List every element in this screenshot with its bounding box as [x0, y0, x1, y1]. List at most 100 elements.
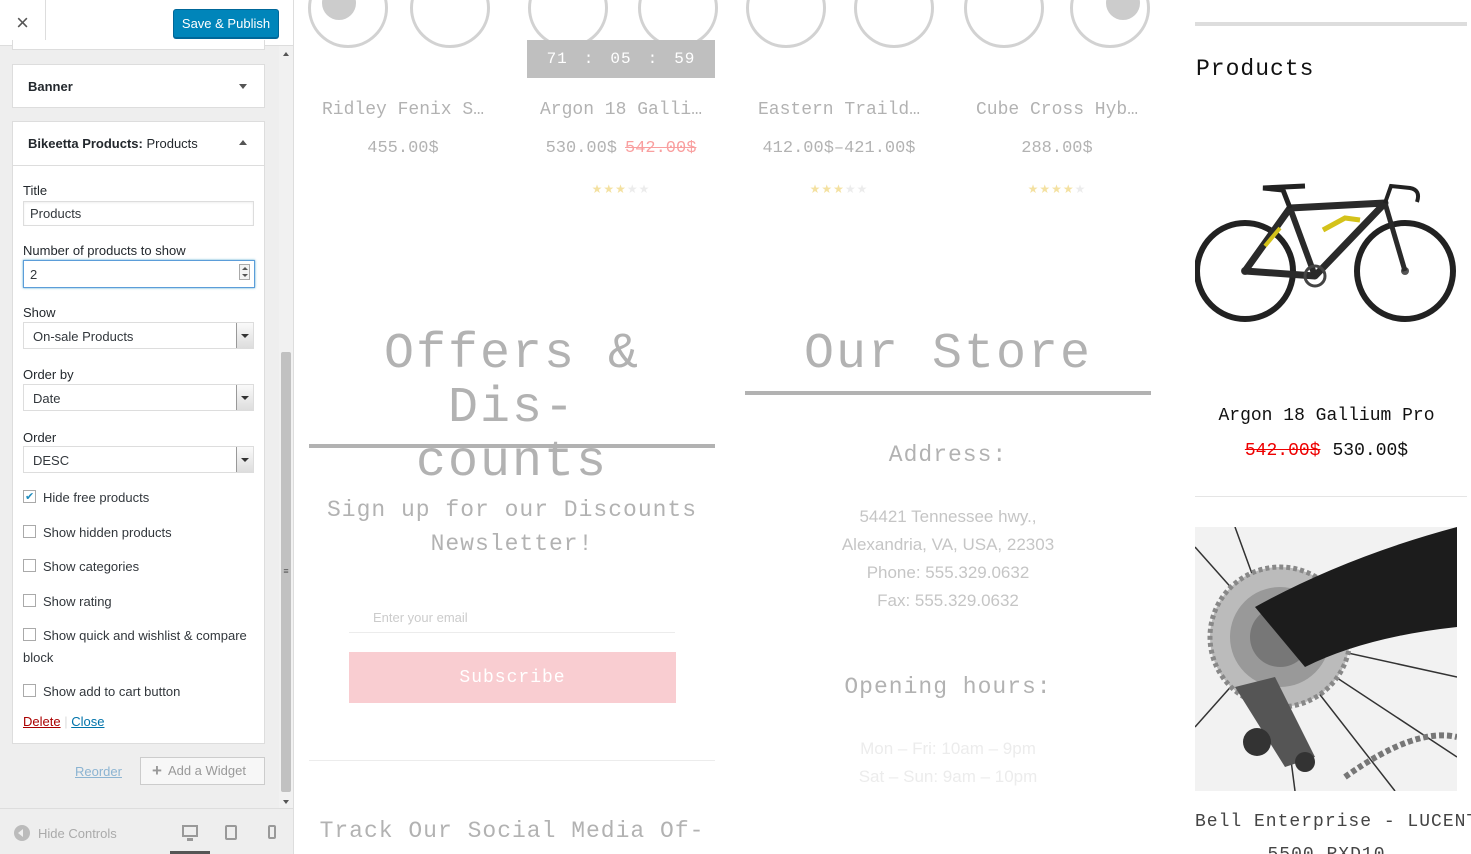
site-preview: 71 : 05 : 59 Ridley Fenix S… Argon 18 Ga…	[294, 0, 1471, 854]
checkbox[interactable]	[23, 525, 36, 538]
product-price: 542.00$ 530.00$	[1195, 441, 1458, 461]
title-label: Title	[23, 183, 48, 198]
reorder-link[interactable]: Reorder	[75, 764, 122, 779]
countdown-sep: :	[583, 50, 595, 68]
title-underline	[745, 391, 1151, 395]
order-select[interactable]: DESC	[23, 446, 254, 473]
countdown-sep: :	[647, 50, 659, 68]
product-name[interactable]: Eastern Traild…	[744, 100, 934, 120]
show-select-value: On-sale Products	[33, 329, 134, 344]
number-label: Number of products to show	[23, 243, 186, 258]
order-label: Order	[23, 430, 57, 445]
product-name[interactable]: Argon 18 Gallium Pro	[1195, 406, 1458, 426]
number-input[interactable]	[23, 260, 255, 288]
orderby-label: Order by	[23, 367, 74, 382]
collapse-icon	[14, 825, 30, 841]
fax-line: Fax: 555.329.0632	[877, 591, 1019, 610]
desktop-preview-icon[interactable]	[182, 825, 198, 841]
product-name-line2[interactable]: 5500 RXD10	[1195, 845, 1458, 854]
number-stepper[interactable]	[239, 264, 250, 280]
collapse-arrow-icon[interactable]	[239, 140, 247, 145]
old-price: 542.00$	[1244, 441, 1321, 461]
title-underline	[309, 444, 715, 448]
star-rating: ★★★★★	[1027, 182, 1087, 196]
scroll-up-icon[interactable]	[283, 52, 289, 56]
checkbox[interactable]	[23, 684, 36, 697]
checkbox-label: Show rating	[43, 594, 112, 609]
newsletter-email-input[interactable]	[349, 603, 675, 633]
product-name[interactable]: Bell Enterprise - LUCENT	[1195, 812, 1471, 832]
widget-top-divider	[1195, 22, 1467, 26]
product-name[interactable]: Argon 18 Galli…	[526, 100, 716, 120]
tablet-preview-icon[interactable]	[225, 825, 237, 840]
sidebar-scrollbar[interactable]: ≡	[279, 46, 293, 808]
customizer-footer: Hide Controls	[0, 808, 293, 854]
hide-controls-button[interactable]: Hide Controls	[14, 825, 117, 841]
star-rating: ★★★★★	[809, 182, 869, 196]
price: 530.00$	[1332, 441, 1409, 461]
product-name[interactable]: Ridley Fenix S…	[308, 100, 498, 120]
title-input[interactable]	[23, 201, 254, 226]
sale-countdown: 71 : 05 : 59	[527, 40, 715, 78]
products-widget-section: Bikeetta Products: Products Title Number…	[12, 121, 265, 744]
save-publish-button[interactable]: Save & Publish	[173, 9, 279, 38]
subscribe-button[interactable]: Subscribe	[349, 652, 676, 703]
hours-block: Mon – Fri: 10am – 9pm Sat – Sun: 9am – 1…	[745, 735, 1151, 791]
banner-widget-section[interactable]: Banner	[12, 64, 265, 108]
order-select-value: DESC	[33, 453, 70, 468]
checkbox-checked[interactable]	[23, 486, 36, 508]
rear-derailleur-image[interactable]	[1195, 527, 1457, 791]
delete-link[interactable]: Delete	[23, 714, 61, 729]
scrollbar-thumb[interactable]: ≡	[281, 352, 291, 792]
widget-actions: Delete | Close	[23, 714, 104, 729]
store-title: Our Store	[803, 326, 1093, 383]
hide-controls-label: Hide Controls	[38, 826, 117, 841]
social-heading: Track Our Social Media Of-	[319, 818, 705, 844]
checkbox[interactable]	[23, 594, 36, 607]
bike-wheel-image	[410, 0, 490, 48]
widget-header[interactable]: Bikeetta Products: Products	[13, 122, 264, 166]
customizer-sidebar: × Save & Publish Banner Bikeetta Product…	[0, 0, 294, 854]
add-widget-button[interactable]: + Add a Widget	[140, 757, 265, 785]
expand-arrow-icon[interactable]	[239, 84, 247, 89]
checkbox[interactable]	[23, 559, 36, 572]
checkbox-row-show-rating[interactable]: Show rating	[23, 591, 258, 613]
banner-section-title: Banner	[28, 79, 73, 94]
mobile-preview-icon[interactable]	[268, 825, 276, 839]
checkbox[interactable]	[23, 628, 36, 641]
checkbox-label: Show quick and wishlist & compare block	[23, 628, 247, 665]
countdown-minutes: 59	[674, 50, 696, 68]
price: 455.00$	[367, 139, 439, 158]
checkbox-label: Show add to cart button	[43, 684, 181, 699]
widget-type-label: Bikeetta Products:	[28, 136, 143, 151]
close-icon[interactable]: ×	[16, 10, 29, 36]
road-bike-image[interactable]	[1195, 168, 1458, 336]
checkbox-row-show-categories[interactable]: Show categories	[23, 556, 258, 578]
close-link[interactable]: Close	[71, 714, 104, 729]
checkbox-row-show-cart[interactable]: Show add to cart button	[23, 681, 258, 703]
offers-title-line: Offers & Dis-	[383, 326, 641, 437]
orderby-select[interactable]: Date	[23, 384, 254, 411]
show-label: Show	[23, 305, 56, 320]
hours-heading: Opening hours:	[844, 674, 1052, 700]
divider	[309, 760, 715, 761]
product-name[interactable]: Cube Cross Hyb…	[962, 100, 1152, 120]
product-price: 530.00$ 542.00$	[526, 139, 716, 158]
scroll-down-icon[interactable]	[283, 800, 289, 804]
hours-line: Sat – Sun: 9am – 10pm	[858, 767, 1038, 786]
bike-wheel-image	[854, 0, 934, 48]
chevron-down-icon[interactable]	[236, 323, 253, 348]
checkbox-row-hide-free[interactable]: Hide free products	[23, 486, 258, 509]
chevron-down-icon[interactable]	[236, 385, 253, 410]
hours-line: Mon – Fri: 10am – 9pm	[860, 739, 1036, 758]
chevron-down-icon[interactable]	[236, 447, 253, 472]
address-block: 54421 Tennessee hwy., Alexandria, VA, US…	[745, 503, 1151, 615]
grip-icon: ≡	[283, 566, 289, 576]
price: 530.00$	[545, 139, 617, 158]
show-select[interactable]: On-sale Products	[23, 322, 254, 349]
checkbox-row-show-quick[interactable]: Show quick and wishlist & compare block	[23, 625, 258, 669]
checkbox-label: Hide free products	[43, 490, 150, 505]
newsletter-heading-line: Sign up for our Discounts	[326, 497, 698, 523]
checkbox-row-show-hidden[interactable]: Show hidden products	[23, 522, 258, 544]
widget-title: Bikeetta Products: Products	[28, 136, 198, 151]
